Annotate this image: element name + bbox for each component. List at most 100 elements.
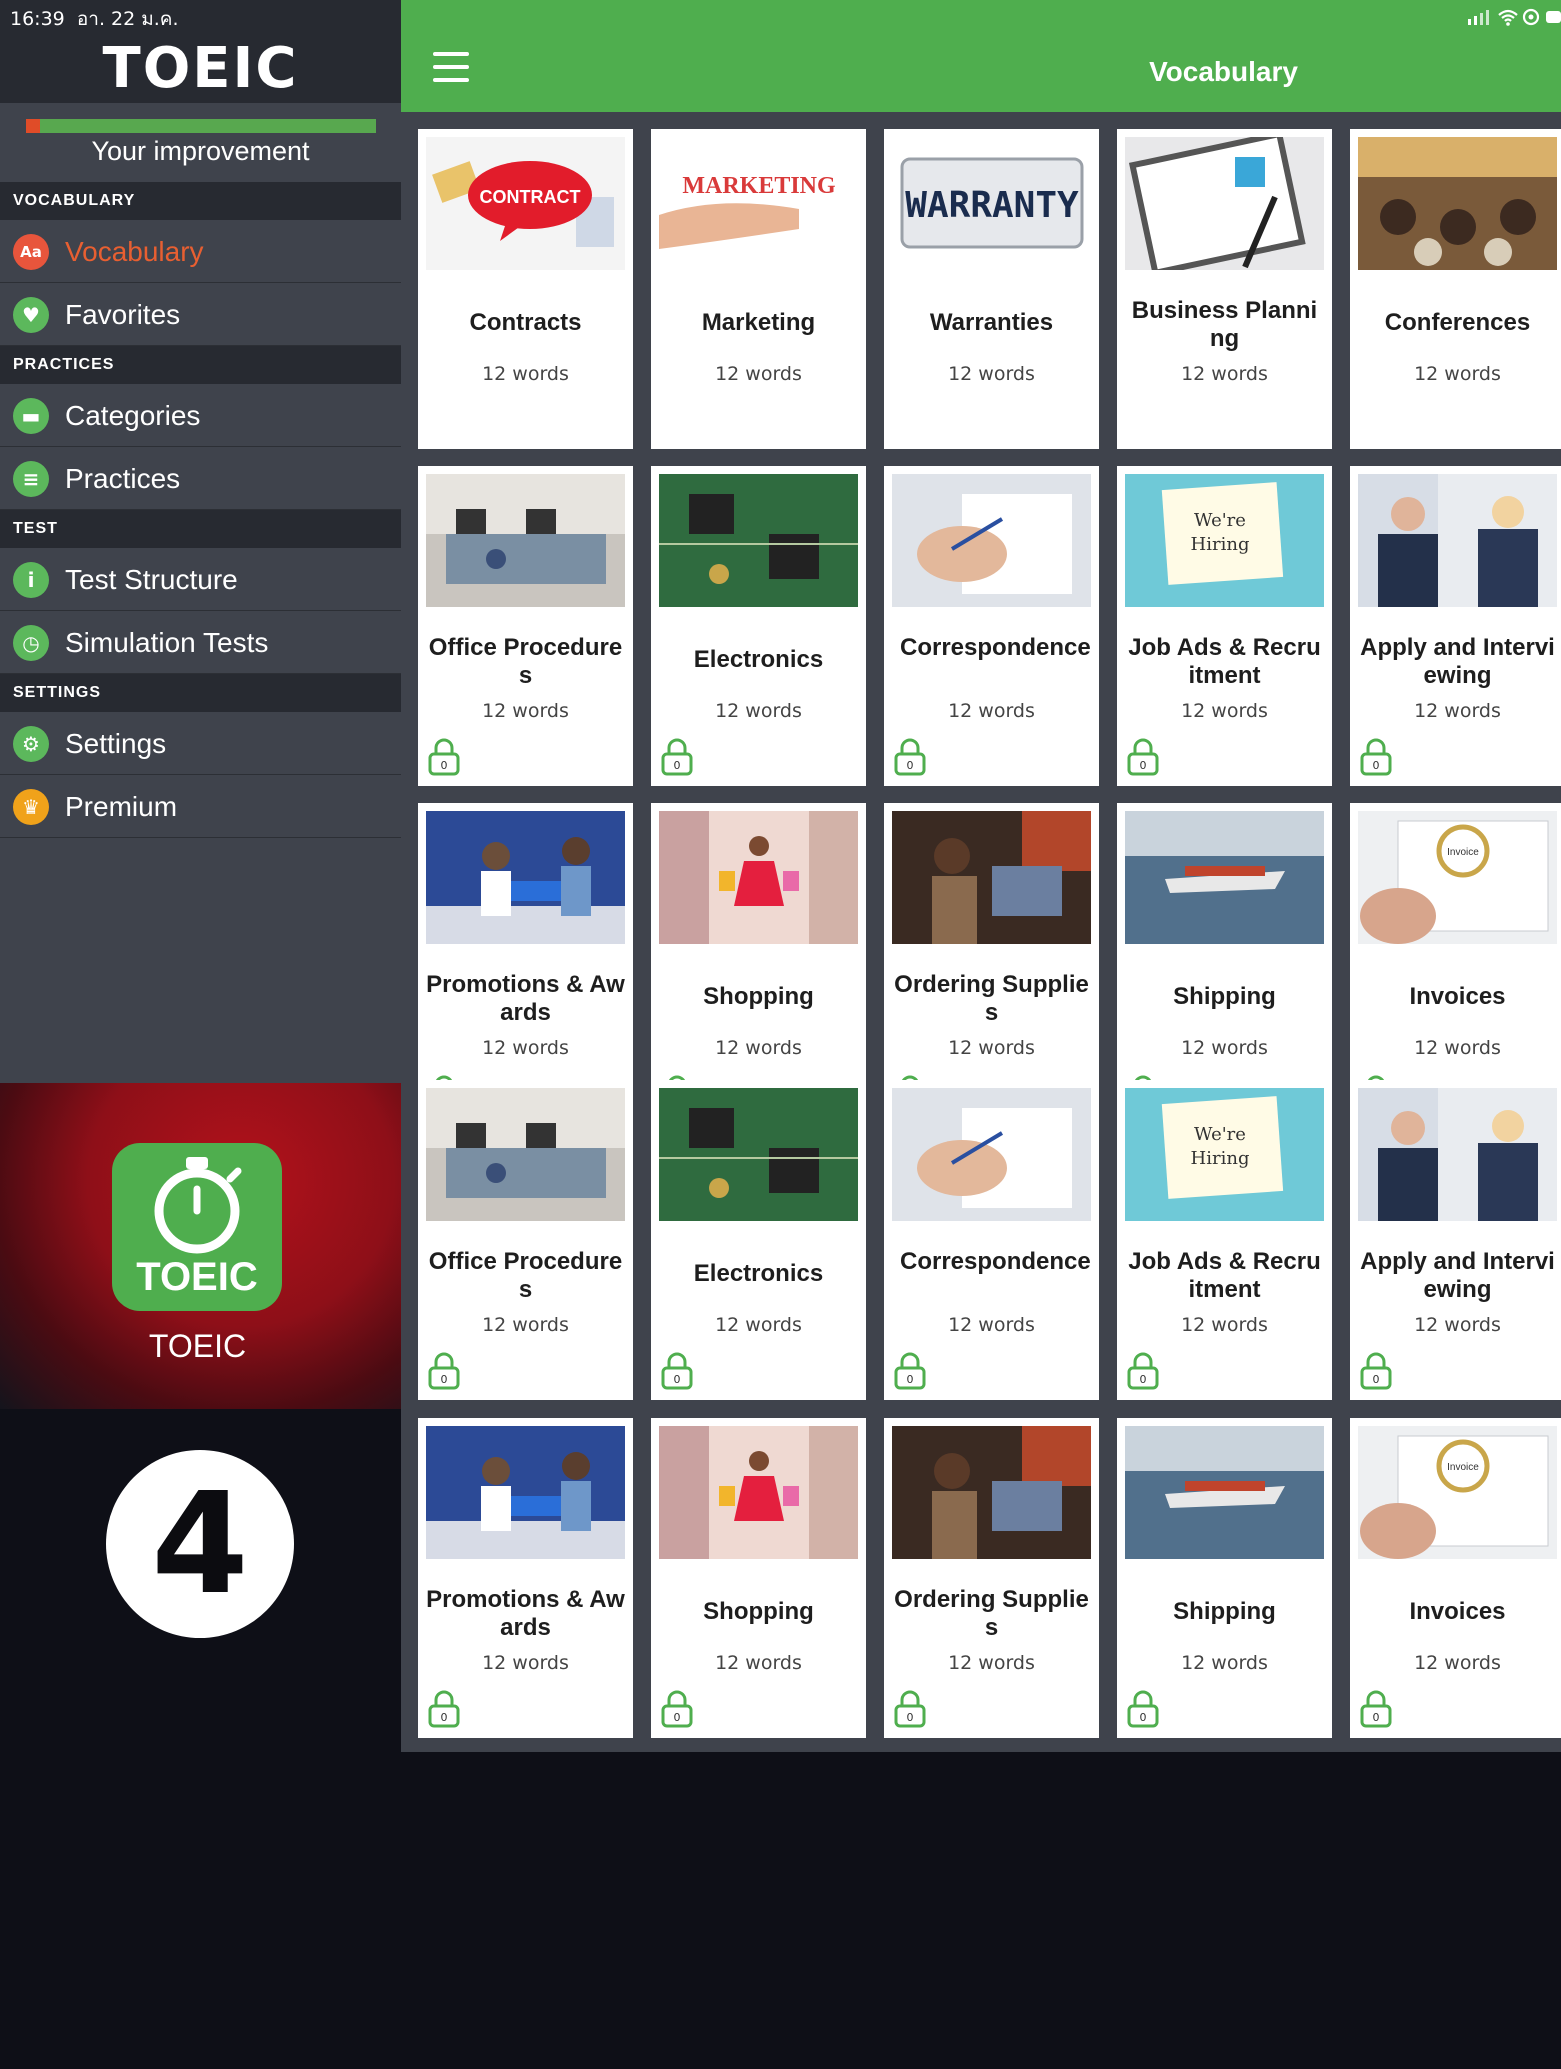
word-count: 12 words bbox=[1181, 1037, 1268, 1059]
category-title: Ordering Supplies bbox=[894, 971, 1089, 1026]
svg-text:Hiring: Hiring bbox=[1191, 534, 1250, 555]
lock-count: 0 bbox=[907, 759, 914, 772]
category-card-marketing[interactable]: MARKETING Marketing 12 words bbox=[651, 129, 866, 449]
sidebar-item-categories[interactable]: ▬ Categories bbox=[0, 384, 401, 447]
category-image bbox=[1358, 1088, 1557, 1221]
category-title: Warranties bbox=[929, 309, 1054, 336]
category-image bbox=[659, 1426, 858, 1559]
word-count: 12 words bbox=[715, 1314, 802, 1336]
category-card-shipping[interactable]: Shipping12 words0 bbox=[1117, 803, 1332, 1123]
svg-text:We're: We're bbox=[1194, 1124, 1246, 1145]
category-image bbox=[1125, 1426, 1324, 1559]
lock-count: 0 bbox=[1373, 759, 1380, 772]
lock-icon: 0 bbox=[1127, 1690, 1159, 1728]
category-card-shipping[interactable]: Shipping12 words0 bbox=[1117, 1418, 1332, 1738]
category-title: Promotions & Awards bbox=[426, 971, 625, 1026]
category-card-invoices[interactable]: InvoiceInvoices12 words0 bbox=[1350, 1418, 1561, 1738]
category-card-job-ads-recruitment[interactable]: We're Hiring Job Ads & Recruitment 12 words… bbox=[1117, 1080, 1332, 1400]
lock-icon: 0 bbox=[661, 738, 693, 776]
lock-icon: 0 bbox=[428, 738, 460, 776]
stopwatch-icon: ◷ bbox=[13, 625, 49, 661]
category-image bbox=[892, 1426, 1091, 1559]
category-image bbox=[426, 474, 625, 607]
category-title: Ordering Supplies bbox=[894, 1586, 1089, 1641]
clipboard-icon: ≡ bbox=[13, 461, 49, 497]
sidebar-item-favorites[interactable]: ♥ Favorites bbox=[0, 283, 401, 346]
lock-icon: 0 bbox=[1360, 738, 1392, 776]
category-card-invoices[interactable]: InvoiceInvoices12 words0 bbox=[1350, 803, 1561, 1123]
lock-icon: 0 bbox=[894, 738, 926, 776]
category-title: Shipping bbox=[1173, 1598, 1276, 1625]
category-card-promotions-awards[interactable]: Promotions & Awards12 words0 bbox=[418, 803, 633, 1123]
svg-text:MARKETING: MARKETING bbox=[682, 173, 836, 199]
improvement-progress-fill bbox=[26, 119, 40, 133]
category-image: Invoice bbox=[1358, 811, 1557, 944]
category-card-promotions-awards[interactable]: Promotions & Awards12 words0 bbox=[418, 1418, 633, 1738]
lock-count: 0 bbox=[1373, 1711, 1380, 1724]
sidebar-item-label: Test Structure bbox=[65, 564, 238, 595]
lock-icon: 0 bbox=[894, 1352, 926, 1390]
category-image bbox=[1358, 137, 1557, 270]
svg-text:Hiring: Hiring bbox=[1191, 1148, 1250, 1169]
sidebar-item-label: Vocabulary bbox=[65, 236, 204, 267]
lock-icon: 0 bbox=[661, 1690, 693, 1728]
sidebar-item-practices[interactable]: ≡ Practices bbox=[0, 447, 401, 510]
category-card-correspondence[interactable]: Correspondence 12 words 0 bbox=[884, 1080, 1099, 1400]
lock-icon: 0 bbox=[661, 1352, 693, 1390]
category-title: Shopping bbox=[703, 983, 814, 1010]
category-card-apply-and-interviewing[interactable]: Apply and Interviewing 12 words 0 bbox=[1350, 466, 1561, 786]
word-count: 12 words bbox=[482, 1037, 569, 1059]
lock-count: 0 bbox=[674, 1711, 681, 1724]
category-card-conferences[interactable]: Conferences 12 words bbox=[1350, 129, 1561, 449]
sidebar-item-settings[interactable]: ⚙ Settings bbox=[0, 712, 401, 775]
app-logo: TOEIC bbox=[102, 36, 299, 101]
category-title: Electronics bbox=[693, 1260, 824, 1287]
category-card-warranties[interactable]: WARRANTY Warranties 12 words bbox=[884, 129, 1099, 449]
category-title: Contracts bbox=[469, 309, 582, 336]
category-card-job-ads-recruitment[interactable]: We're Hiring Job Ads & Recruitment 12 words… bbox=[1117, 466, 1332, 786]
word-count: 12 words bbox=[1181, 363, 1268, 385]
category-card-shopping[interactable]: Shopping12 words0 bbox=[651, 1418, 866, 1738]
status-icons bbox=[1468, 8, 1561, 26]
category-title: Electronics bbox=[693, 646, 824, 673]
category-card-office-procedures[interactable]: Office Procedures 12 words 0 bbox=[418, 466, 633, 786]
lock-count: 0 bbox=[1140, 759, 1147, 772]
category-card-business-planning[interactable]: Business Planning 12 words bbox=[1117, 129, 1332, 449]
sidebar-item-test-structure[interactable]: i Test Structure bbox=[0, 548, 401, 611]
sidebar-item-simulation-tests[interactable]: ◷ Simulation Tests bbox=[0, 611, 401, 674]
category-card-contracts[interactable]: CONTRACT Contracts 12 words bbox=[418, 129, 633, 449]
svg-text:Invoice: Invoice bbox=[1447, 1462, 1479, 1473]
category-image: CONTRACT bbox=[426, 137, 625, 270]
category-title: Office Procedures bbox=[428, 1248, 623, 1303]
lock-count: 0 bbox=[441, 1373, 448, 1386]
category-card-office-procedures[interactable]: Office Procedures 12 words 0 bbox=[418, 1080, 633, 1400]
category-card-apply-and-interviewing[interactable]: Apply and Interviewing 12 words 0 bbox=[1350, 1080, 1561, 1400]
sidebar-header: 16:39 อา. 22 ม.ค. TOEIC bbox=[0, 0, 401, 103]
category-image bbox=[659, 1088, 858, 1221]
category-image bbox=[892, 1088, 1091, 1221]
category-image bbox=[426, 1426, 625, 1559]
lock-count: 0 bbox=[1373, 1373, 1380, 1386]
lock-count: 0 bbox=[441, 1711, 448, 1724]
category-title: Conferences bbox=[1384, 309, 1531, 336]
sidebar-item-vocabulary[interactable]: Aa Vocabulary bbox=[0, 220, 401, 283]
promo-overlay: TOEIC TOEIC bbox=[0, 1083, 401, 1409]
sidebar-item-label: Favorites bbox=[65, 299, 181, 330]
status-time: 16:39 อา. 22 ม.ค. bbox=[10, 8, 179, 30]
category-card-correspondence[interactable]: Correspondence 12 words 0 bbox=[884, 466, 1099, 786]
word-count: 12 words bbox=[1414, 700, 1501, 722]
sidebar-item-label: Premium bbox=[65, 791, 178, 822]
sidebar-item-label: Practices bbox=[65, 463, 181, 494]
category-card-electronics[interactable]: Electronics 12 words 0 bbox=[651, 1080, 866, 1400]
category-image: WARRANTY bbox=[892, 137, 1091, 270]
word-count: 12 words bbox=[1414, 1314, 1501, 1336]
category-card-electronics[interactable]: Electronics 12 words 0 bbox=[651, 466, 866, 786]
folder-icon: ▬ bbox=[13, 398, 49, 434]
category-card-ordering-supplies[interactable]: Ordering Supplies12 words0 bbox=[884, 803, 1099, 1123]
category-title: Marketing bbox=[701, 309, 816, 336]
category-card-shopping[interactable]: Shopping12 words0 bbox=[651, 803, 866, 1123]
lock-count: 0 bbox=[1140, 1711, 1147, 1724]
category-card-ordering-supplies[interactable]: Ordering Supplies12 words0 bbox=[884, 1418, 1099, 1738]
sidebar-item-label: Settings bbox=[65, 728, 167, 759]
sidebar-item-premium[interactable]: ♛ Premium bbox=[0, 775, 401, 838]
